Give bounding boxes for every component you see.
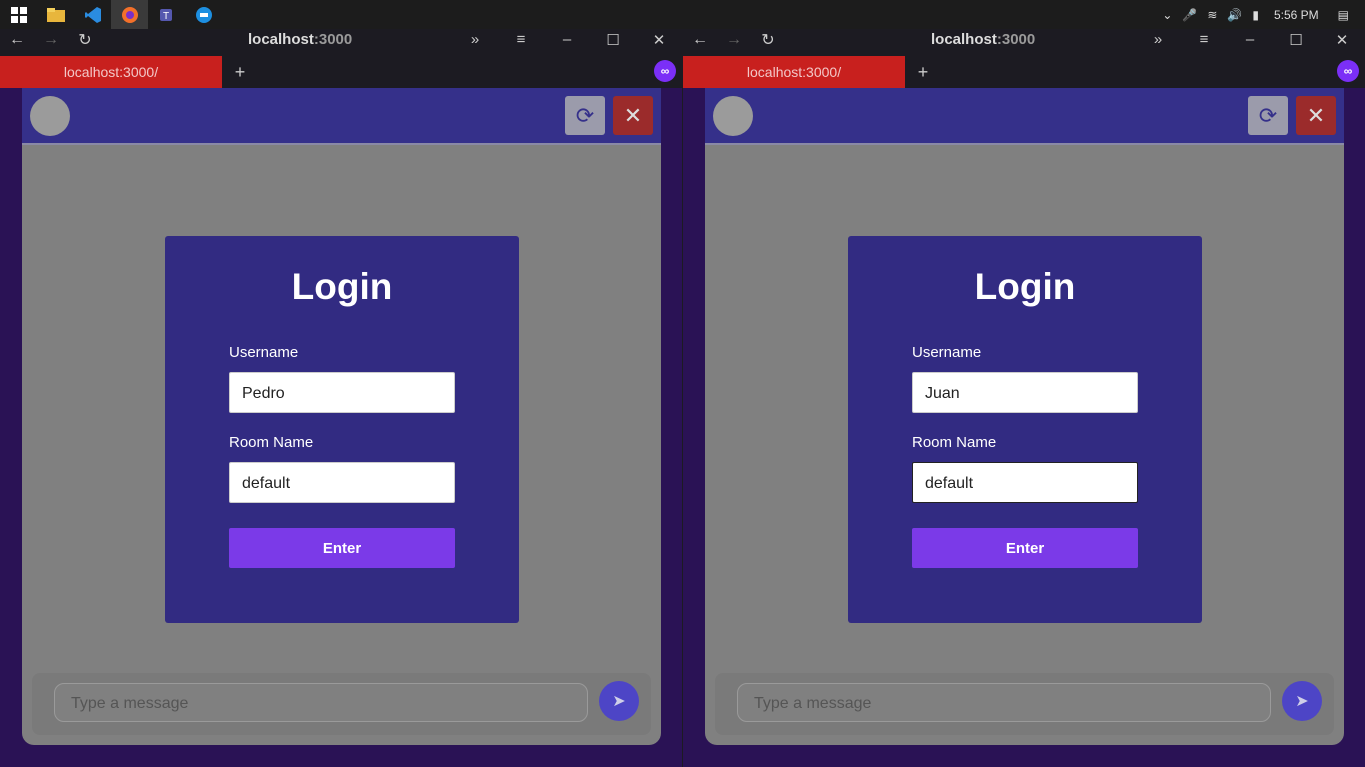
start-icon[interactable]	[0, 0, 37, 29]
tab-localhost[interactable]: localhost:3000/	[683, 56, 905, 88]
browser-nav-bar: ← → ↻ localhost:3000 » ≡ – ☐ ✕	[0, 29, 682, 50]
avatar	[713, 96, 753, 136]
close-window-icon[interactable]: ✕	[636, 31, 682, 49]
title-host: localhost	[931, 31, 997, 48]
message-bar: Type a message ➤	[32, 673, 651, 735]
close-button[interactable]: ✕	[1296, 96, 1336, 135]
volume-icon[interactable]: 🔊	[1227, 8, 1242, 22]
minimize-icon[interactable]: –	[544, 31, 590, 48]
back-icon[interactable]: ←	[683, 31, 717, 49]
teams-icon[interactable]: T	[148, 0, 185, 29]
reload-icon[interactable]: ↻	[751, 30, 785, 50]
enter-button[interactable]: Enter	[912, 528, 1138, 568]
refresh-icon: ⟳	[575, 102, 595, 128]
minimize-icon[interactable]: –	[1227, 31, 1273, 48]
login-title: Login	[974, 266, 1076, 307]
username-input[interactable]: Juan	[912, 372, 1138, 413]
login-card: Login Username Juan Room Name default En…	[848, 236, 1202, 623]
notifications-icon[interactable]: ▤	[1338, 8, 1349, 22]
title-port: :3000	[996, 31, 1036, 48]
windows-taskbar: T ⌄ 🎤 ≋ 🔊 ▮ 5:56 PM ▤	[0, 0, 1365, 29]
forward-icon[interactable]: →	[717, 31, 751, 49]
send-icon: ➤	[612, 693, 626, 710]
refresh-button[interactable]: ⟳	[565, 96, 605, 135]
clock[interactable]: 5:56 PM	[1274, 8, 1319, 22]
username-label: Username	[912, 344, 982, 361]
system-tray: ⌄ 🎤 ≋ 🔊 ▮ 5:56 PM ▤	[1157, 0, 1365, 29]
title-port: :3000	[313, 31, 353, 48]
chat-app: ⟳ ✕ Login Username Pedro Room Name defau…	[22, 88, 661, 745]
private-browsing-icon: ∞	[654, 60, 676, 82]
maximize-icon[interactable]: ☐	[590, 31, 636, 49]
refresh-icon: ⟳	[1258, 102, 1278, 128]
back-icon[interactable]: ←	[0, 31, 34, 49]
avatar	[30, 96, 70, 136]
refresh-button[interactable]: ⟳	[1248, 96, 1288, 135]
send-button[interactable]: ➤	[1282, 681, 1322, 721]
title-host: localhost	[248, 31, 314, 48]
window-title: localhost:3000	[248, 29, 352, 50]
browser-window-left: ← → ↻ localhost:3000 » ≡ – ☐ ✕ localhost…	[0, 29, 682, 767]
send-icon: ➤	[1295, 693, 1309, 710]
new-tab-icon[interactable]: +	[905, 62, 941, 83]
username-input[interactable]: Pedro	[229, 372, 455, 413]
tab-localhost[interactable]: localhost:3000/	[0, 56, 222, 88]
forward-icon[interactable]: →	[34, 31, 68, 49]
enter-button[interactable]: Enter	[229, 528, 455, 568]
battery-icon[interactable]: ▮	[1252, 8, 1259, 22]
microphone-icon[interactable]: 🎤	[1182, 8, 1197, 22]
new-tab-icon[interactable]: +	[222, 62, 258, 83]
vscode-icon[interactable]	[74, 0, 111, 29]
username-label: Username	[229, 344, 299, 361]
overflow-chevron-icon[interactable]: »	[1135, 31, 1181, 48]
tab-bar: localhost:3000/ + ∞	[0, 50, 682, 88]
room-name-input[interactable]: default	[912, 462, 1138, 503]
room-name-input[interactable]: default	[229, 462, 455, 503]
maximize-icon[interactable]: ☐	[1273, 31, 1319, 49]
app-header: ⟳ ✕	[705, 88, 1344, 145]
window-title: localhost:3000	[931, 29, 1035, 50]
file-explorer-icon[interactable]	[37, 0, 74, 29]
send-button[interactable]: ➤	[599, 681, 639, 721]
room-name-label: Room Name	[912, 434, 997, 451]
docker-icon[interactable]	[185, 0, 222, 29]
message-bar: Type a message ➤	[715, 673, 1334, 735]
message-input[interactable]: Type a message	[54, 683, 588, 722]
overflow-chevron-icon[interactable]: »	[452, 31, 498, 48]
tab-bar: localhost:3000/ + ∞	[683, 50, 1365, 88]
room-name-label: Room Name	[229, 434, 314, 451]
firefox-icon[interactable]	[111, 0, 148, 29]
close-window-icon[interactable]: ✕	[1319, 31, 1365, 49]
menu-icon[interactable]: ≡	[498, 31, 544, 48]
reload-icon[interactable]: ↻	[68, 30, 102, 50]
svg-text:T: T	[163, 11, 169, 22]
close-button[interactable]: ✕	[613, 96, 653, 135]
app-header: ⟳ ✕	[22, 88, 661, 145]
browser-nav-bar: ← → ↻ localhost:3000 » ≡ – ☐ ✕	[683, 29, 1365, 50]
close-icon: ✕	[1306, 102, 1326, 128]
login-title: Login	[291, 266, 393, 307]
browser-window-right: ← → ↻ localhost:3000 » ≡ – ☐ ✕ localhost…	[683, 29, 1365, 767]
menu-icon[interactable]: ≡	[1181, 31, 1227, 48]
private-browsing-icon: ∞	[1337, 60, 1359, 82]
message-input[interactable]: Type a message	[737, 683, 1271, 722]
wifi-icon[interactable]: ≋	[1207, 8, 1217, 22]
close-icon: ✕	[623, 102, 643, 128]
chat-app: ⟳ ✕ Login Username Juan Room Name defaul…	[705, 88, 1344, 745]
chevron-up-icon[interactable]: ⌄	[1162, 8, 1172, 22]
login-card: Login Username Pedro Room Name default E…	[165, 236, 519, 623]
